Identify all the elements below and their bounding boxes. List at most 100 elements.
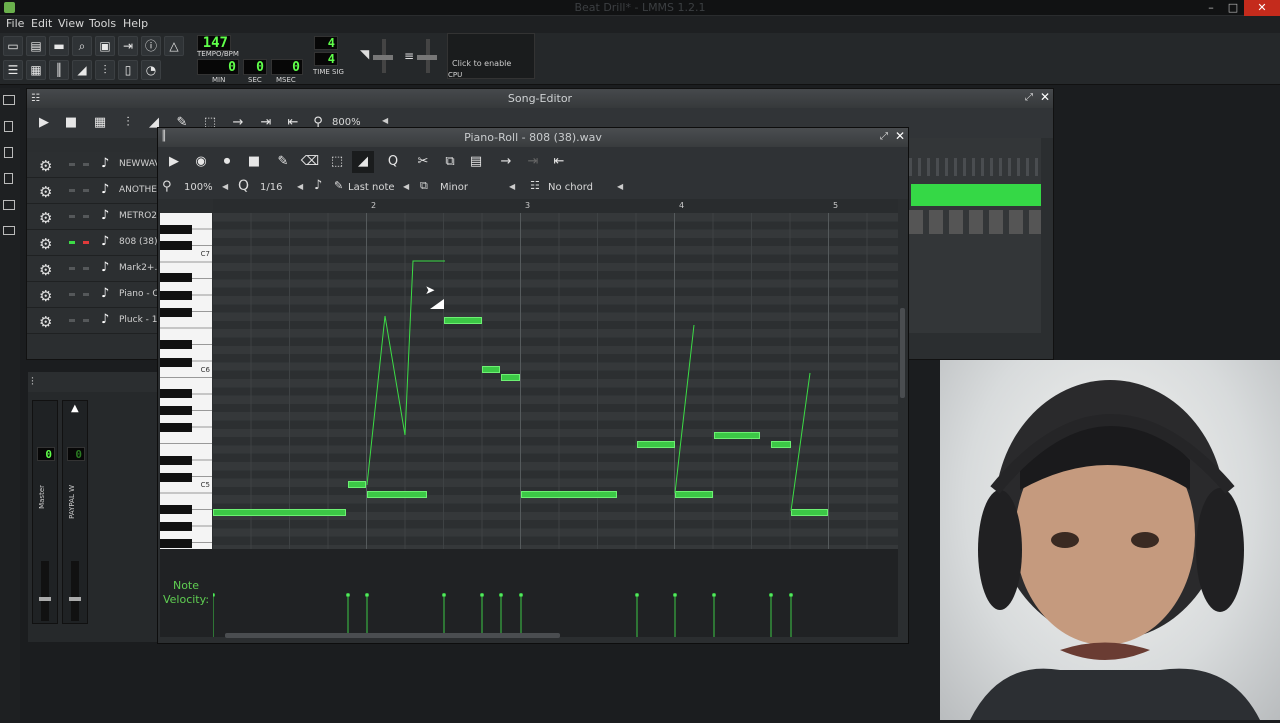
my-samples-icon[interactable] xyxy=(4,147,13,158)
gear-icon[interactable]: ⚙ xyxy=(39,287,52,305)
mixer-channel-paypal[interactable]: ▲ 0 PAYPAL W xyxy=(62,400,88,624)
automation-editor-button[interactable]: ◢ xyxy=(72,60,92,80)
erase-mode-icon[interactable]: ⌫ xyxy=(299,151,321,173)
track-row[interactable]: ⚙ ♪ METRO2. xyxy=(27,204,162,230)
my-presets-icon[interactable] xyxy=(4,173,13,184)
save-project-button[interactable]: ▣ xyxy=(95,36,115,56)
master-volume-handle[interactable] xyxy=(373,55,393,60)
detune-mode-icon[interactable]: ◢ xyxy=(352,151,374,173)
velocity-bars[interactable] xyxy=(213,549,898,637)
black-key[interactable] xyxy=(160,241,192,250)
menu-file[interactable]: File xyxy=(6,17,24,30)
piano-roll-titlebar[interactable]: ║ Piano-Roll - 808 (38).wav ⤢ ✕ xyxy=(158,128,908,147)
instrument-plugins-icon[interactable] xyxy=(3,95,15,105)
chord-dropdown[interactable]: No chord xyxy=(548,179,618,197)
zoom-dropdown[interactable]: 100% xyxy=(184,179,224,197)
recent-projects-button[interactable]: ⌕ xyxy=(72,36,92,56)
song-pattern-grid[interactable] xyxy=(909,138,1041,333)
project-notes-button[interactable]: ▯ xyxy=(118,60,138,80)
cpu-load-widget[interactable]: Click to enable CPU xyxy=(447,33,535,79)
solo-led[interactable] xyxy=(83,241,89,244)
time-sig-numerator[interactable]: 4 xyxy=(314,36,338,50)
black-key[interactable] xyxy=(160,406,192,415)
quantize-icon[interactable]: Q xyxy=(382,151,404,173)
mute-led[interactable] xyxy=(69,319,75,322)
auto-scroll-icon[interactable]: → xyxy=(495,151,517,173)
note-length-dropdown[interactable]: Last note xyxy=(348,179,408,197)
menu-help[interactable]: Help xyxy=(123,17,148,30)
pattern-block[interactable] xyxy=(911,184,1041,206)
channel-fader[interactable] xyxy=(71,561,79,621)
track-row[interactable]: ⚙ ♪ NEWWAV xyxy=(27,152,162,178)
menu-tools[interactable]: Tools xyxy=(89,17,116,30)
menu-edit[interactable]: Edit xyxy=(31,17,52,30)
play-icon[interactable]: ▶ xyxy=(163,151,185,173)
stop-icon[interactable]: ■ xyxy=(243,151,265,173)
loop-points-icon[interactable]: ⇥ xyxy=(522,151,544,173)
horizontal-scrollbar[interactable] xyxy=(225,633,560,638)
fx-mixer-titlebar[interactable]: ⫶ xyxy=(28,372,158,392)
black-key[interactable] xyxy=(160,423,192,432)
gear-icon[interactable]: ⚙ xyxy=(39,183,52,201)
metronome-button[interactable]: △ xyxy=(164,36,184,56)
stop-icon[interactable]: ■ xyxy=(60,112,82,134)
info-button[interactable]: ⓘ xyxy=(141,36,161,56)
black-key[interactable] xyxy=(160,505,192,514)
channel-fader-handle[interactable] xyxy=(69,597,81,601)
solo-led[interactable] xyxy=(83,293,89,296)
maximize-icon[interactable]: ⤢ xyxy=(1025,92,1033,103)
record-while-playing-icon[interactable]: ⏺ xyxy=(216,151,238,173)
black-key[interactable] xyxy=(160,522,192,531)
note-velocity-area[interactable]: Note Velocity: xyxy=(160,549,898,638)
black-key[interactable] xyxy=(160,273,192,282)
timeline-ruler[interactable]: 2 3 4 5 xyxy=(213,199,898,213)
mixer-channel-master[interactable]: 0 Master xyxy=(32,400,58,624)
master-pitch-handle[interactable] xyxy=(417,55,437,60)
fx-mixer-button[interactable]: ⫶ xyxy=(95,60,115,80)
black-key[interactable] xyxy=(160,456,192,465)
cut-icon[interactable]: ✂ xyxy=(412,151,434,173)
black-key[interactable] xyxy=(160,539,192,548)
close-icon[interactable]: ✕ xyxy=(1040,90,1050,104)
track-row[interactable]: ⚙ ♪ Piano - C xyxy=(27,282,162,308)
black-key[interactable] xyxy=(160,340,192,349)
add-beat-track-icon[interactable]: ▦ xyxy=(89,112,111,134)
arrow-up-icon[interactable]: ▲ xyxy=(71,403,79,414)
copy-icon[interactable]: ⧉ xyxy=(439,151,461,173)
piano-keyboard[interactable]: C7 C6 C5 xyxy=(160,213,212,549)
tempo-display[interactable]: 147 xyxy=(197,35,231,51)
close-icon[interactable]: ✕ xyxy=(895,129,905,143)
new-project-button[interactable]: ▭ xyxy=(3,36,23,56)
export-button[interactable]: ⇥ xyxy=(118,36,138,56)
track-row[interactable]: ⚙ ♪ 808 (38). xyxy=(27,230,162,256)
gear-icon[interactable]: ⚙ xyxy=(39,313,52,331)
draw-mode-icon[interactable]: ✎ xyxy=(272,151,294,173)
close-window-button[interactable]: ✕ xyxy=(1244,0,1280,16)
controller-rack-button[interactable]: ◔ xyxy=(141,60,161,80)
black-key[interactable] xyxy=(160,308,192,317)
minimize-icon[interactable]: – xyxy=(1200,0,1222,16)
track-row[interactable]: ⚙ ♪ ANOTHER xyxy=(27,178,162,204)
select-mode-icon[interactable]: ⬚ xyxy=(326,151,348,173)
solo-led[interactable] xyxy=(83,319,89,322)
maximize-icon[interactable]: □ xyxy=(1222,0,1244,16)
open-project-button[interactable]: ▬ xyxy=(49,36,69,56)
black-key[interactable] xyxy=(160,291,192,300)
quantize-dropdown[interactable]: 1/16 xyxy=(260,179,296,197)
gear-icon[interactable]: ⚙ xyxy=(39,261,52,279)
menu-view[interactable]: View xyxy=(58,17,84,30)
gear-icon[interactable]: ⚙ xyxy=(39,235,52,253)
solo-led[interactable] xyxy=(83,189,89,192)
mute-led[interactable] xyxy=(69,293,75,296)
track-row[interactable]: ⚙ ♪ Mark2+.v xyxy=(27,256,162,282)
pattern-block[interactable] xyxy=(909,158,1041,176)
solo-led[interactable] xyxy=(83,163,89,166)
black-key[interactable] xyxy=(160,225,192,234)
stop-behaviour-icon[interactable]: ⇤ xyxy=(548,151,570,173)
new-from-template-button[interactable]: ▤ xyxy=(26,36,46,56)
beat-bassline-button[interactable]: ▦ xyxy=(26,60,46,80)
black-key[interactable] xyxy=(160,389,192,398)
maximize-icon[interactable]: ⤢ xyxy=(880,131,888,142)
my-projects-icon[interactable] xyxy=(4,121,13,132)
mute-led[interactable] xyxy=(69,163,75,166)
